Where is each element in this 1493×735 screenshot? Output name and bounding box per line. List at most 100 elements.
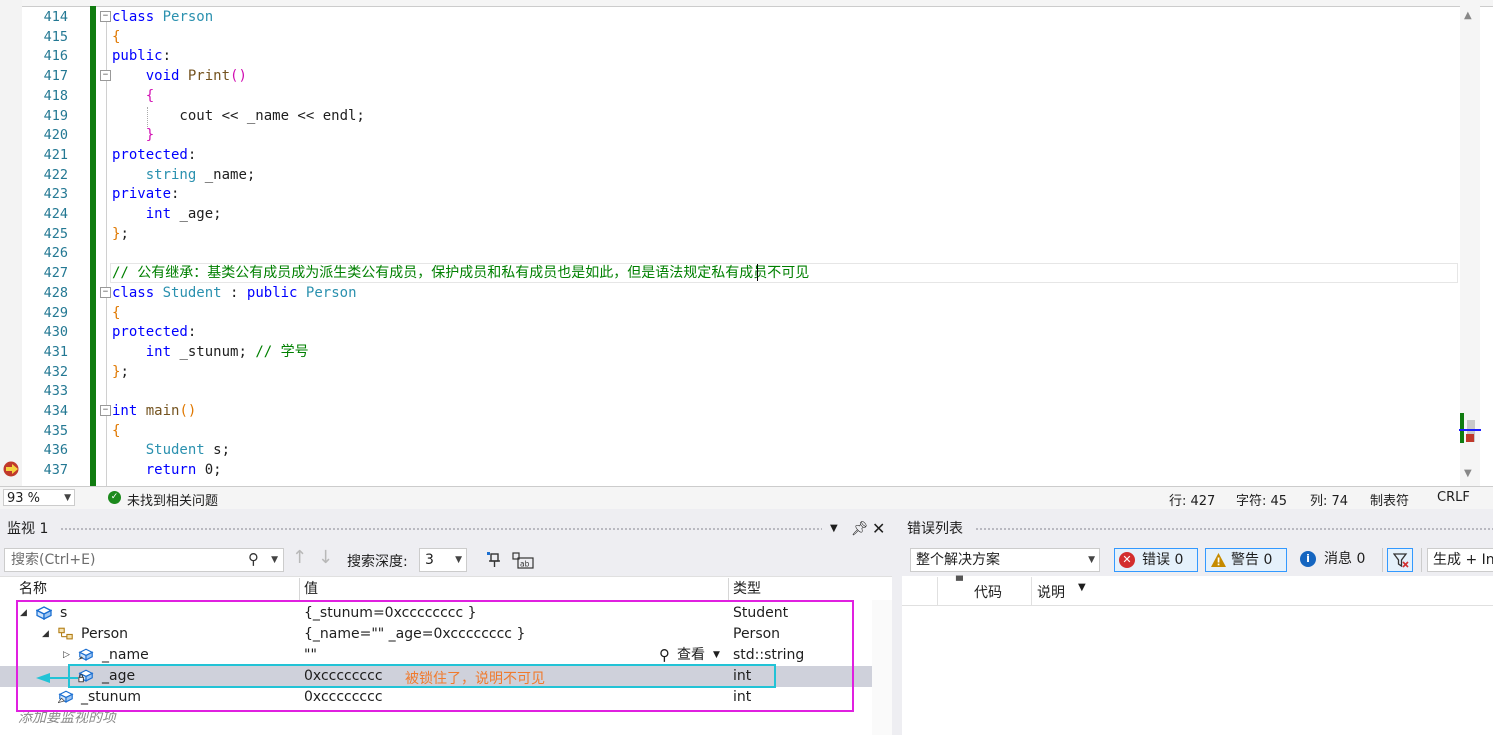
zoom-select[interactable]: 93 % ▼ — [3, 489, 75, 506]
scroll-up-icon[interactable]: ▲ — [1464, 10, 1472, 21]
code-line[interactable]: } — [112, 125, 154, 145]
char-indicator[interactable]: 字符: 45 — [1236, 490, 1287, 509]
line-number: 424 — [43, 206, 68, 222]
eol-indicator[interactable]: CRLF — [1437, 490, 1470, 505]
pin-to-source-icon[interactable] — [486, 551, 504, 569]
code-editor[interactable]: 414 class Person 415 {416 public: 417 void Pr… — [0, 0, 1493, 486]
code-line[interactable]: int _age; — [112, 204, 222, 224]
line-number: 435 — [43, 422, 68, 439]
collapse-main-icon[interactable]: − — [100, 405, 111, 416]
search-next-icon[interactable]: ↓ — [318, 547, 333, 568]
window-menu-icon[interactable]: ▼ — [830, 516, 838, 542]
warnings-filter-button[interactable]: 警告 0 — [1205, 548, 1287, 572]
panel-grip[interactable] — [975, 527, 1493, 531]
chevron-down-icon: ▼ — [1088, 555, 1095, 565]
code-line[interactable]: string _name; — [112, 165, 256, 185]
code-line[interactable]: }; — [112, 224, 129, 244]
watch-search-input[interactable]: 搜索(Ctrl+E) ⚲ ▼ — [4, 548, 284, 572]
scroll-breakpoint-marker — [1466, 434, 1474, 442]
close-icon[interactable]: ✕ — [872, 516, 885, 542]
code-line[interactable]: public: — [112, 46, 171, 66]
line-number: 436 — [43, 442, 68, 459]
text-caret — [757, 264, 758, 281]
line-number: 429 — [43, 304, 68, 321]
column-header-type[interactable]: 类型 — [733, 578, 761, 600]
line-number: 420 — [43, 127, 68, 144]
line-indicator[interactable]: 行: 427 — [1169, 490, 1215, 509]
search-depth-select[interactable]: 3 ▼ — [419, 548, 467, 572]
error-scope-select[interactable]: 整个解决方案 ▼ — [910, 548, 1100, 572]
errors-filter-button[interactable]: ✕ 错误 0 — [1114, 548, 1198, 572]
column-header-name[interactable]: 名称 — [19, 578, 47, 600]
line-number: 426 — [43, 245, 68, 262]
chevron-down-icon: ▼ — [64, 493, 71, 503]
build-intellisense-select[interactable]: 生成 + In — [1427, 548, 1493, 572]
collapse-class-person-icon[interactable]: − — [100, 11, 111, 22]
code-line[interactable]: class Student : public Person — [112, 283, 357, 303]
column-header-code[interactable]: 代码 — [974, 582, 1002, 602]
messages-filter-button[interactable]: i 消息 0 — [1298, 548, 1374, 572]
column-header-value[interactable]: 值 — [304, 578, 318, 600]
line-number: 428 — [43, 284, 68, 301]
collapse-print-icon[interactable]: − — [100, 70, 111, 81]
code-line[interactable]: protected: — [112, 145, 196, 165]
info-icon: i — [1300, 551, 1316, 567]
code-line[interactable]: }; — [112, 362, 129, 382]
code-line[interactable]: int main() — [112, 401, 196, 421]
code-line[interactable]: // 公有继承：基类公有成员成为派生类公有成员，保护成员和私有成员也是如此，但是… — [112, 263, 809, 283]
code-line[interactable]: private: — [112, 184, 179, 204]
glyph-margin[interactable] — [0, 0, 22, 486]
annotation-text: 被锁住了，说明不可见 — [405, 671, 545, 687]
line-number: 416 — [43, 48, 68, 65]
code-line[interactable]: protected: — [112, 322, 196, 342]
column-separator[interactable] — [299, 578, 300, 600]
code-line[interactable]: class Person — [112, 7, 213, 27]
error-list-panel: 错误列表 整个解决方案 ▼ ✕ 错误 0 警告 0 i 消息 0 生成 + In… — [902, 516, 1493, 735]
chevron-down-icon: ▼ — [455, 555, 462, 565]
issues-status[interactable]: 未找到相关问题 — [127, 490, 218, 509]
col-indicator[interactable]: 列: 74 — [1310, 490, 1348, 509]
panel-grip[interactable] — [60, 527, 822, 531]
code-line[interactable]: { — [112, 421, 120, 441]
column-header-description[interactable]: 说明 — [1037, 582, 1065, 602]
code-line[interactable]: { — [112, 303, 120, 323]
code-line[interactable]: { — [112, 86, 154, 106]
line-number: 419 — [43, 107, 68, 124]
search-icon[interactable]: ⚲ — [248, 548, 259, 570]
code-line[interactable]: cout << _name << endl; — [112, 106, 364, 126]
editor-navigation-bar[interactable] — [0, 0, 1493, 7]
tabs-indicator[interactable]: 制表符 — [1370, 490, 1409, 509]
error-list-title: 错误列表 — [907, 521, 963, 537]
watch-vertical-scrollbar[interactable] — [872, 600, 892, 735]
chevron-down-icon[interactable]: ▼ — [1078, 582, 1086, 593]
watch-toolbar: 搜索(Ctrl+E) ⚲ ▼ ↑ ↓ 搜索深度: 3 ▼ ab — [0, 542, 892, 576]
sort-icon[interactable]: ▀ — [956, 577, 963, 587]
warning-icon — [1211, 553, 1226, 567]
code-line[interactable]: return 0; — [112, 460, 222, 480]
scope-guide-line — [106, 20, 107, 486]
code-line[interactable]: int _stunum; // 学号 — [112, 342, 309, 362]
line-number: 423 — [43, 186, 68, 203]
column-separator[interactable] — [728, 578, 729, 600]
search-options-chevron-icon[interactable]: ▼ — [271, 549, 278, 571]
error-list-header: 错误列表 — [902, 516, 1493, 542]
editor-status-bar: 93 % ▼ ✓ 未找到相关问题 行: 427 字符: 45 列: 74 制表符… — [0, 486, 1493, 509]
pin-icon[interactable]: 📌︎ — [851, 516, 869, 542]
code-line[interactable]: void Print() — [112, 66, 247, 86]
watch-panel-title: 监视 1 — [7, 521, 49, 537]
error-icon: ✕ — [1119, 552, 1135, 568]
search-previous-icon[interactable]: ↑ — [292, 547, 307, 568]
annotation-box-magenta — [16, 600, 854, 712]
collapse-class-student-icon[interactable]: − — [100, 287, 111, 298]
line-number: 414 — [43, 9, 68, 25]
watch-panel-header: 监视 1 ▼ 📌︎ ✕ — [0, 516, 892, 542]
code-line[interactable]: Student s; — [112, 440, 230, 460]
scroll-down-icon[interactable]: ▼ — [1464, 468, 1472, 479]
code-line[interactable]: { — [112, 27, 120, 47]
indent-guide — [147, 107, 149, 127]
annotation-arrow-icon — [36, 673, 78, 683]
line-number: 422 — [43, 166, 68, 183]
filter-toggle-button[interactable] — [1387, 548, 1413, 572]
view-hex-icon[interactable]: ab — [512, 551, 534, 569]
line-number: 421 — [43, 146, 68, 163]
